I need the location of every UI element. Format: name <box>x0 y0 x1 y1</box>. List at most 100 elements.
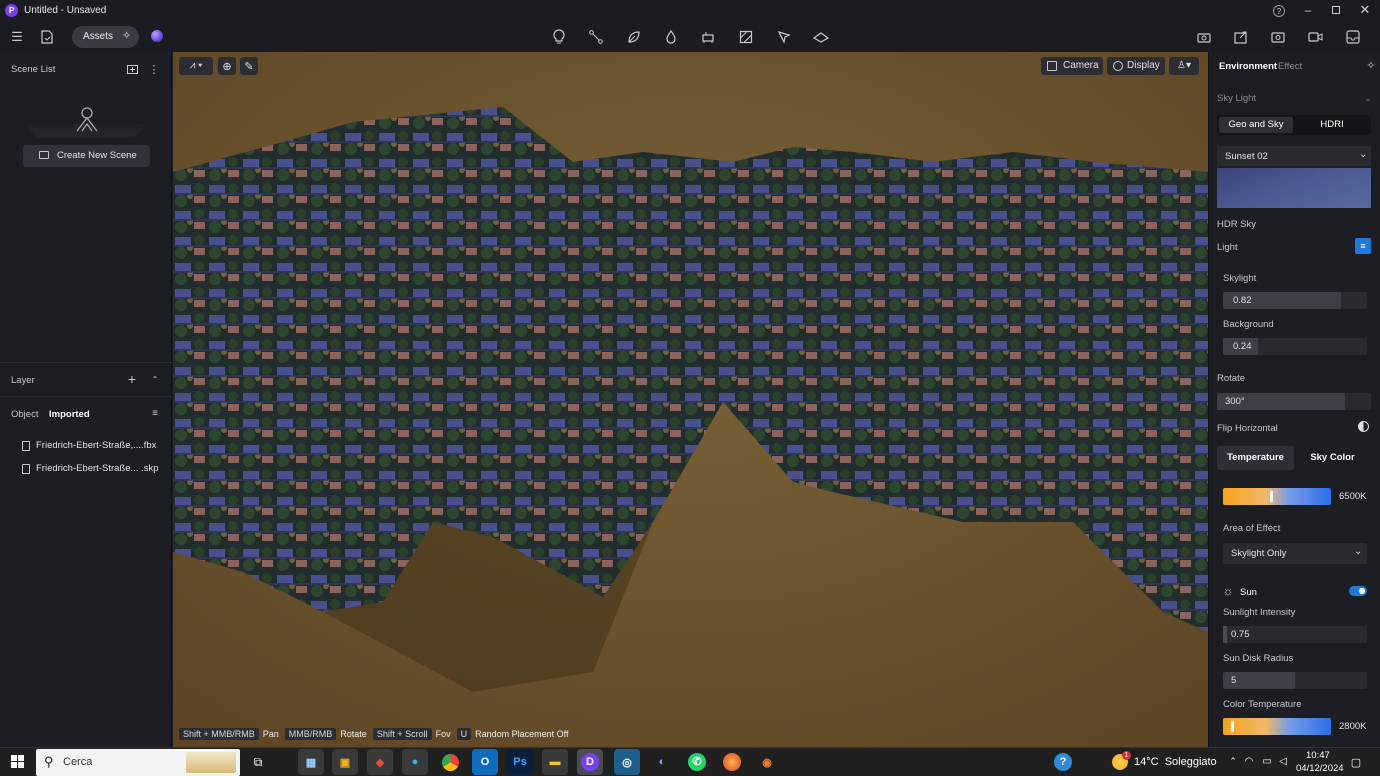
hint-key: Shift + Scroll <box>372 728 432 740</box>
sun-icon: ☼ <box>1222 584 1234 598</box>
menu-icon[interactable]: ☰ <box>10 29 24 44</box>
chevron-down-icon: ⌄ <box>1354 546 1363 557</box>
assets-sparkle-icon[interactable]: ✧ <box>122 29 131 42</box>
transform-tool-dropdown[interactable]: ⩘ ▾ <box>179 57 213 75</box>
chevron-down-icon: ⌄ <box>1359 149 1368 160</box>
globe-icon[interactable]: ⊕ <box>218 57 236 75</box>
file-icon[interactable] <box>40 29 54 45</box>
blender-app-icon[interactable]: ◉ <box>754 749 780 775</box>
camera-render-icon[interactable] <box>1196 29 1212 45</box>
sunlight-intensity-slider[interactable]: 0.75 <box>1223 626 1367 643</box>
tab-temperature[interactable]: Temperature <box>1217 446 1294 470</box>
color-temperature-slider[interactable] <box>1223 718 1331 735</box>
camera-frame-icon <box>1047 61 1057 71</box>
volume-icon[interactable]: ◁ <box>1277 755 1289 767</box>
battery-icon[interactable]: ▭ <box>1260 756 1274 767</box>
tab-object[interactable]: Object <box>11 409 38 420</box>
sparkle-icon[interactable]: ✧ <box>1365 59 1377 72</box>
slider-handle[interactable] <box>1231 721 1234 732</box>
tab-hdri[interactable]: HDRI <box>1295 117 1369 133</box>
chevron-down-icon[interactable]: ⌄ <box>1363 93 1373 103</box>
firefox-app-icon[interactable] <box>719 749 745 775</box>
app-icon[interactable]: ◎ <box>614 749 640 775</box>
d5-render-app-icon[interactable]: D <box>577 749 603 775</box>
notification-icon[interactable]: ▢ <box>1349 755 1363 769</box>
area-of-effect-select[interactable]: Skylight Only ⌄ <box>1223 543 1367 564</box>
terrain-icon[interactable] <box>812 29 830 45</box>
clock-date[interactable]: 04/12/2024 <box>1296 763 1344 774</box>
wifi-icon[interactable]: ◠ <box>1243 755 1255 767</box>
background-slider[interactable]: 0.24 <box>1223 338 1367 355</box>
tab-sky-color[interactable]: Sky Color <box>1294 446 1371 470</box>
material-icon[interactable] <box>738 29 754 45</box>
furniture-icon[interactable] <box>700 29 716 45</box>
layer-title: Layer <box>11 375 35 386</box>
edge-app-icon[interactable]: ● <box>402 749 428 775</box>
path-tool-icon[interactable] <box>588 29 604 45</box>
help-app-icon[interactable]: ? <box>1054 753 1072 771</box>
people-dropdown[interactable]: ♙▾ <box>1169 57 1199 75</box>
minimize-button[interactable]: – <box>1300 2 1316 18</box>
browser-app-icon[interactable]: ◐ <box>649 749 675 775</box>
create-new-scene-button[interactable]: Create New Scene <box>23 145 150 167</box>
inbox-icon[interactable] <box>1345 29 1361 45</box>
taskbar-search-input[interactable]: ⚲ Cerca <box>36 749 240 776</box>
help-icon[interactable]: ? <box>1273 5 1285 17</box>
skylight-slider[interactable]: 0.82 <box>1223 292 1367 309</box>
left-panel: Scene List ⋮ Create New Scene Layer + ⌃ … <box>0 52 172 747</box>
ai-orb-icon[interactable] <box>151 30 163 42</box>
list-item[interactable]: Friedrich-Ebert-Straße... .skp <box>0 459 172 479</box>
add-layer-icon[interactable]: + <box>126 371 138 387</box>
sun-toggle[interactable] <box>1349 586 1367 596</box>
leaf-icon[interactable] <box>626 29 642 45</box>
list-item[interactable]: Friedrich-Ebert-Straße,....fbx <box>0 436 172 456</box>
camera-button[interactable]: Camera <box>1041 57 1103 75</box>
collapse-icon[interactable]: ⌃ <box>150 374 160 384</box>
water-drop-icon[interactable] <box>663 29 679 45</box>
file-icon <box>22 464 30 474</box>
video-icon[interactable] <box>1307 29 1323 45</box>
chrome-app-icon[interactable] <box>437 749 463 775</box>
filter-icon[interactable]: ≡ <box>150 408 160 419</box>
hdri-preview[interactable] <box>1217 168 1371 208</box>
sun-disk-radius-slider[interactable]: 5 <box>1223 672 1367 689</box>
light-settings-icon[interactable]: ≡ <box>1355 238 1371 254</box>
rotate-slider[interactable]: 300° <box>1217 393 1371 410</box>
tab-imported[interactable]: Imported <box>49 409 90 420</box>
more-options-icon[interactable]: ⋮ <box>149 63 160 76</box>
3d-viewport[interactable]: ⩘ ▾ ⊕ ✎ Camera Display ♙▾ Shift + MMB/RM… <box>173 52 1208 747</box>
task-view-icon[interactable]: ⧉ <box>251 755 265 769</box>
chevron-up-icon[interactable]: ⌃ <box>1228 755 1238 767</box>
slider-handle[interactable] <box>1270 491 1273 502</box>
people-icon[interactable] <box>776 29 792 45</box>
slider-handle[interactable] <box>1223 626 1227 643</box>
photoshop-app-icon[interactable]: Ps <box>507 749 533 775</box>
temperature-gradient-slider[interactable] <box>1223 488 1331 505</box>
clock-time[interactable]: 10:47 <box>1306 750 1330 761</box>
display-button[interactable]: Display <box>1107 57 1165 75</box>
hdri-select[interactable]: Sunset 02 ⌄ <box>1217 146 1371 166</box>
whatsapp-app-icon[interactable]: ✆ <box>684 749 710 775</box>
calculator-app-icon[interactable]: ▦ <box>298 749 324 775</box>
export-icon[interactable] <box>1233 29 1249 45</box>
windows-start-icon[interactable] <box>11 755 25 769</box>
eyedropper-icon[interactable]: ✎ <box>240 57 258 75</box>
file-explorer-app-icon[interactable]: ▬ <box>542 749 568 775</box>
flip-horizontal-toggle[interactable] <box>1358 421 1369 432</box>
weather-text[interactable]: 14°C Soleggiato <box>1134 756 1217 768</box>
flip-horizontal-label: Flip Horizontal <box>1217 423 1278 434</box>
assets-toggle[interactable]: Assets ✧ <box>72 26 139 48</box>
scene-add-icon[interactable] <box>126 64 138 74</box>
light-bulb-icon[interactable] <box>551 29 567 45</box>
tab-environment[interactable]: Environment <box>1219 61 1277 72</box>
outlook-app-icon[interactable]: O <box>472 749 498 775</box>
office-app-icon[interactable]: ◆ <box>367 749 393 775</box>
maximize-button[interactable] <box>1329 3 1343 17</box>
rotate-value: 300° <box>1225 396 1245 407</box>
photo-icon[interactable] <box>1270 29 1286 45</box>
tab-geo-and-sky[interactable]: Geo and Sky <box>1219 117 1293 133</box>
display-label: Display <box>1127 60 1160 71</box>
tab-effect[interactable]: Effect <box>1278 61 1302 72</box>
close-button[interactable]: ✕ <box>1358 2 1372 18</box>
store-app-icon[interactable]: ▣ <box>332 749 358 775</box>
